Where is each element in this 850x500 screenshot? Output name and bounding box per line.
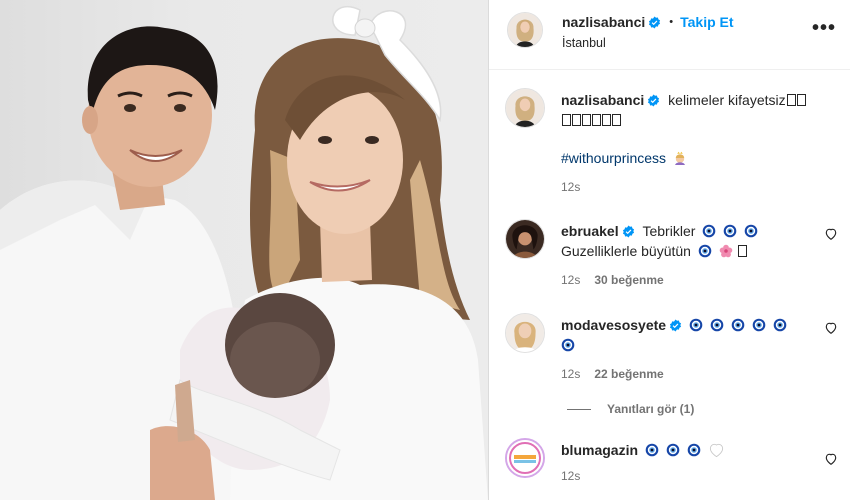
missing-glyph-icon [562, 114, 571, 126]
author-username[interactable]: nazlisabanci [562, 14, 645, 30]
missing-glyph-icon [582, 114, 591, 126]
missing-glyph-icon [796, 94, 806, 106]
evil-eye-icon [687, 443, 700, 457]
caption-body: nazlisabanci kelimeler kifayetsiz #witho… [561, 90, 808, 197]
evil-eye-icon [561, 338, 575, 352]
comment-body: modavesosyete 12s 22 beğenme [561, 315, 808, 384]
author-avatar[interactable] [507, 12, 543, 48]
instagram-post-modal: nazlisabanci • Takip Et İstanbul ••• naz… [0, 0, 850, 500]
view-replies-button[interactable]: Yanıtları gör (1) [567, 402, 694, 416]
comment-likes[interactable]: 30 beğenme [594, 273, 663, 287]
missing-glyph-icon [592, 114, 601, 126]
caption-avatar[interactable] [505, 88, 545, 128]
verified-badge-icon [622, 225, 634, 238]
caption-glyph-row [561, 112, 621, 128]
post-side-panel: nazlisabanci • Takip Et İstanbul ••• naz… [488, 0, 850, 500]
cherry-blossom-icon [719, 244, 733, 258]
caption-username[interactable]: nazlisabanci [561, 92, 644, 108]
caption-time[interactable]: 12s [561, 180, 580, 194]
missing-glyph-icon [786, 94, 796, 106]
comment-body: ebruakel Tebrikler Guzelliklerle büyütün… [561, 221, 808, 290]
missing-glyph-icon [612, 114, 621, 126]
heart-icon[interactable] [824, 227, 838, 241]
more-options-icon[interactable]: ••• [812, 17, 836, 40]
post-header: nazlisabanci • Takip Et İstanbul ••• [489, 0, 850, 70]
verified-badge-icon [649, 16, 661, 28]
commenter-avatar[interactable] [505, 438, 545, 478]
evil-eye-icon [698, 244, 712, 258]
comment-username[interactable]: blumagazin [561, 442, 638, 458]
white-heart-emoji-icon [709, 443, 723, 458]
comment-username[interactable]: modavesosyete [561, 317, 666, 333]
commenter-avatar[interactable] [505, 219, 545, 259]
caption-text: kelimeler kifayetsiz [668, 92, 786, 108]
evil-eye-icon [723, 224, 737, 238]
heart-icon[interactable] [824, 321, 838, 335]
comment-meta: 12s 22 beğenme [561, 364, 808, 384]
evil-eye-icon [773, 318, 786, 332]
follow-button[interactable]: Takip Et [680, 14, 733, 30]
princess-emoji-icon [675, 151, 685, 165]
replies-divider [567, 408, 591, 410]
caption-meta: 12s [561, 177, 808, 197]
evil-eye-icon [689, 318, 703, 332]
header-line: nazlisabanci • Takip Et [562, 14, 734, 30]
comment-time[interactable]: 12s [561, 367, 580, 381]
caption-hashtag[interactable]: #withourprincess [561, 148, 808, 168]
evil-eye-icon [744, 224, 758, 238]
comment-time[interactable]: 12s [561, 469, 580, 483]
evil-eye-icon [710, 318, 724, 332]
header-separator: • [669, 16, 674, 28]
post-location[interactable]: İstanbul [562, 36, 606, 50]
evil-eye-icon [752, 318, 765, 332]
comment-text-line2: Guzelliklerle büyütün [561, 243, 691, 259]
missing-glyph-icon [737, 245, 747, 257]
view-replies-label: Yanıtları gör (1) [607, 402, 695, 416]
comment-body: blumagazin 12s [561, 440, 808, 486]
comment-time[interactable]: 12s [561, 273, 580, 287]
family-photo-illustration [0, 5, 488, 500]
comment-username[interactable]: ebruakel [561, 223, 619, 239]
heart-icon[interactable] [824, 452, 838, 466]
hashtag-text: #withourprincess [561, 150, 667, 166]
evil-eye-icon [731, 318, 745, 332]
comment-text: Tebrikler [642, 223, 696, 239]
evil-eye-icon [666, 443, 680, 457]
comment-likes[interactable]: 22 beğenme [594, 367, 663, 381]
missing-glyph-icon [572, 114, 581, 126]
missing-glyph-icon [602, 114, 611, 126]
verified-badge-icon [669, 319, 682, 332]
verified-badge-icon [648, 94, 660, 107]
post-photo[interactable] [0, 0, 488, 500]
comment-meta: 12s 30 beğenme [561, 270, 808, 290]
evil-eye-icon [702, 224, 716, 238]
evil-eye-icon [645, 443, 659, 457]
comment-meta: 12s [561, 466, 808, 486]
commenter-avatar[interactable] [505, 313, 545, 353]
